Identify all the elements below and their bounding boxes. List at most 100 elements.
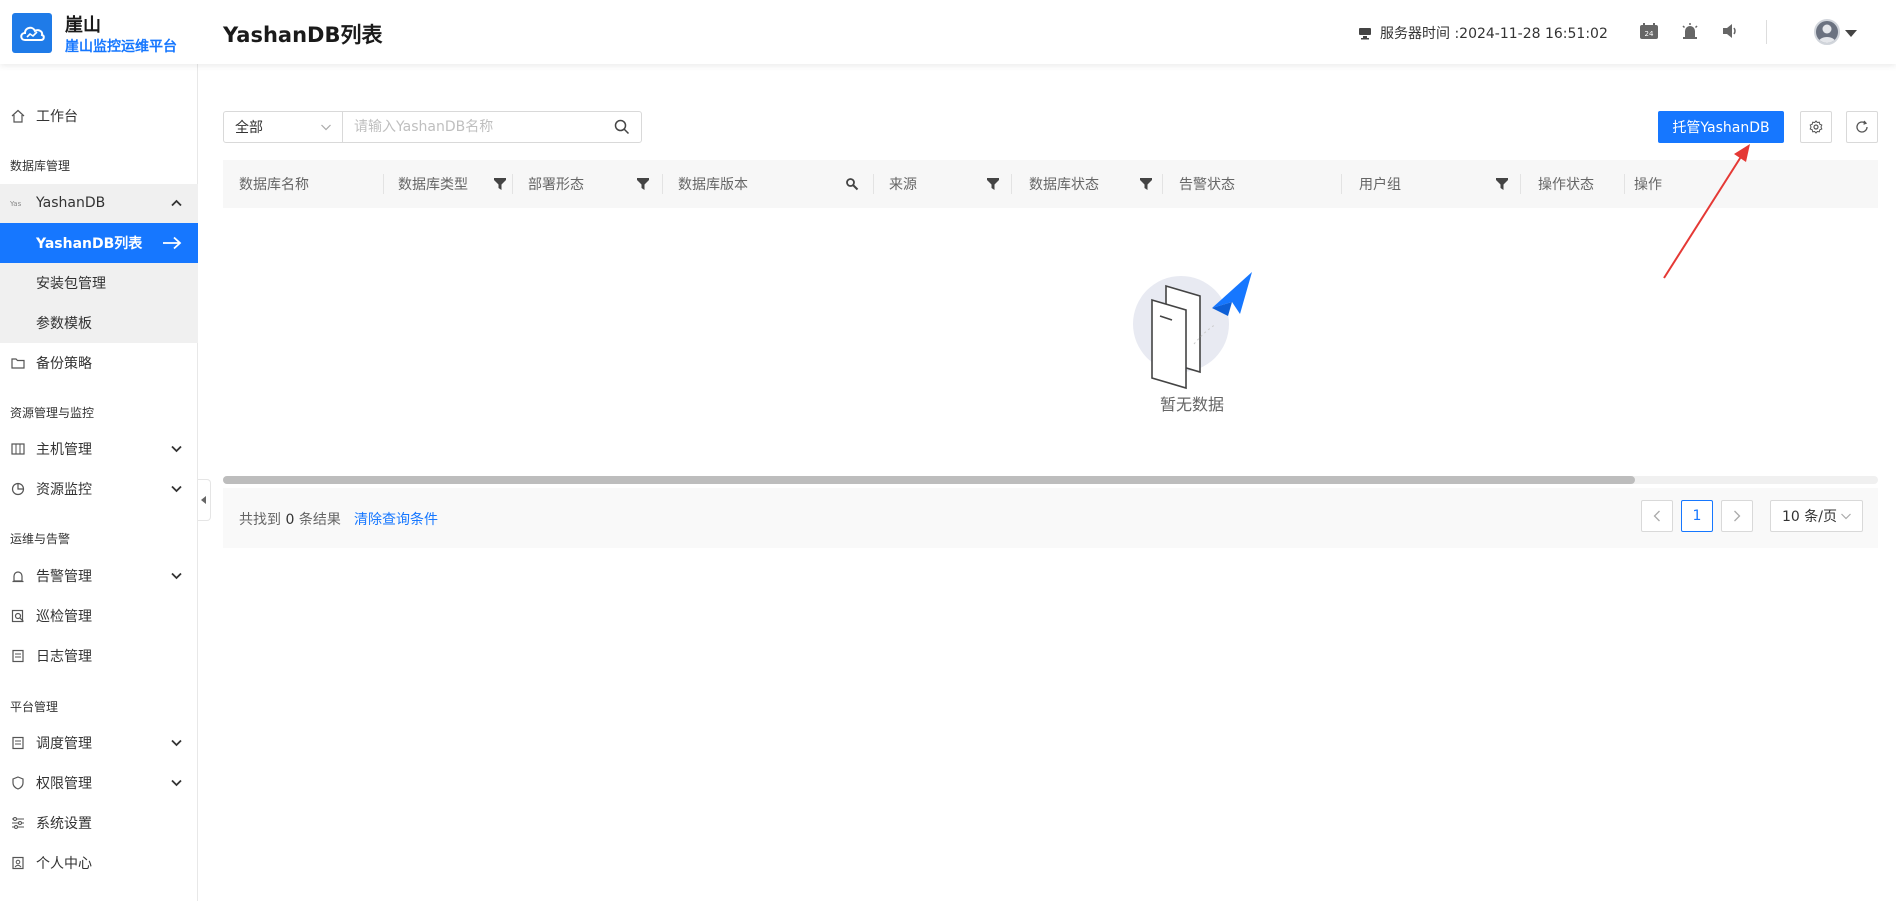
yashan-icon: Yas: [10, 195, 26, 211]
sidebar-item-backup[interactable]: 备份策略: [0, 343, 198, 383]
chevron-up-icon: [170, 197, 182, 209]
refresh-button[interactable]: [1846, 111, 1878, 143]
user-card-icon: [10, 855, 26, 871]
page-size-select[interactable]: 10 条/页: [1770, 500, 1863, 532]
sidebar-item-workbench[interactable]: 工作台: [0, 96, 198, 136]
alarm-icon: [10, 568, 26, 584]
filter-icon[interactable]: [637, 178, 649, 190]
sidebar-item-label: 系统设置: [36, 816, 92, 832]
sidebar-item-label: 告警管理: [36, 569, 92, 585]
sidebar-item-install-package[interactable]: 安装包管理: [0, 263, 198, 303]
result-count-text: 共找到 0 条结果: [239, 512, 341, 528]
page-number-button[interactable]: 1: [1681, 500, 1713, 532]
next-page-button[interactable]: [1721, 500, 1753, 532]
gear-icon: [1809, 120, 1823, 134]
page-title: YashanDB列表: [223, 23, 383, 47]
sidebar-item-label: 权限管理: [36, 776, 92, 792]
sidebar-item-label: YashanDB列表: [36, 236, 143, 252]
sliders-icon: [10, 815, 26, 831]
horizontal-scrollbar-thumb[interactable]: [223, 476, 1635, 484]
table-header: 数据库名称 数据库类型 部署形态 数据库版本 来源 数据库状态 告警状态 用户组…: [223, 160, 1878, 208]
refresh-icon: [1856, 120, 1868, 133]
chevron-right-icon: [1734, 510, 1741, 522]
sidebar-item-param-template[interactable]: 参数模板: [0, 303, 198, 343]
search-input[interactable]: [342, 111, 642, 143]
sidebar-item-schedule[interactable]: 调度管理: [0, 723, 198, 763]
column-header: 用户组: [1359, 160, 1509, 208]
sidebar-item-yashandb-list[interactable]: YashanDB列表: [0, 223, 198, 263]
table-footer: [223, 488, 1878, 548]
column-header: 数据库名称: [239, 177, 309, 193]
sidebar-collapse-button[interactable]: [198, 479, 211, 521]
page-size-value: 10 条/页: [1782, 509, 1837, 525]
clear-filters-link[interactable]: 清除查询条件: [354, 509, 438, 529]
chevron-down-icon: [170, 483, 182, 495]
sidebar-item-alarm[interactable]: 告警管理: [0, 556, 198, 596]
sidebar-item-log[interactable]: 日志管理: [0, 636, 198, 676]
category-select-value: 全部: [235, 120, 263, 136]
settings-button[interactable]: [1800, 111, 1832, 143]
chevron-down-icon: [170, 737, 182, 749]
annotation-arrow: [1663, 144, 1750, 279]
calendar-icon[interactable]: 24: [1638, 20, 1660, 42]
top-header: 崖山 崖山监控运维平台 YashanDB列表 服务器时间 :2024-11-28…: [0, 0, 1896, 64]
sidebar-item-yashandb[interactable]: Yas YashanDB: [0, 183, 198, 223]
svg-text:24: 24: [1645, 30, 1654, 38]
grid-icon: [10, 441, 26, 457]
column-header: 来源: [889, 160, 1009, 208]
user-avatar[interactable]: [1814, 19, 1840, 45]
chevron-down-icon: [170, 777, 182, 789]
category-select[interactable]: 全部: [223, 111, 343, 143]
filter-icon[interactable]: [987, 178, 999, 190]
sidebar-item-label: 主机管理: [36, 442, 92, 458]
chevron-left-icon: [1653, 510, 1660, 522]
speaker-icon[interactable]: [1719, 20, 1741, 42]
empty-state-text: 暂无数据: [1160, 395, 1225, 414]
brand-subtitle: 崖山监控运维平台: [65, 39, 177, 55]
filter-icon[interactable]: [494, 178, 506, 190]
sidebar-group-platform: 平台管理: [10, 700, 59, 714]
host-yashandb-button[interactable]: 托管YashanDB: [1658, 111, 1784, 143]
sidebar-item-label: YashanDB: [36, 195, 106, 211]
search-icon[interactable]: [614, 119, 630, 135]
document-icon: [10, 648, 26, 664]
result-count: 0: [285, 512, 295, 528]
sidebar-item-label: 调度管理: [36, 736, 92, 752]
sidebar-item-label: 资源监控: [36, 482, 92, 498]
sidebar-item-system[interactable]: 系统设置: [0, 803, 198, 843]
sidebar-group-db: 数据库管理: [10, 159, 71, 173]
sidebar-group-resource: 资源管理与监控: [10, 406, 95, 420]
caret-down-icon[interactable]: [1844, 24, 1858, 43]
sidebar-item-label: 个人中心: [36, 856, 92, 872]
chevron-down-icon: [321, 124, 331, 131]
pie-chart-icon: [10, 481, 26, 497]
sidebar-item-label: 工作台: [36, 109, 78, 125]
chevron-down-icon: [170, 443, 182, 455]
column-header: 部署形态: [528, 160, 678, 208]
inspect-icon: [10, 608, 26, 624]
sidebar-item-monitor[interactable]: 资源监控: [0, 469, 198, 509]
alarm-icon[interactable]: [1679, 20, 1701, 42]
server-time: 服务器时间 :2024-11-28 16:51:02: [1358, 23, 1608, 43]
filter-icon[interactable]: [1140, 178, 1152, 190]
sidebar-item-label: 巡检管理: [36, 609, 92, 625]
server-icon: [1359, 28, 1371, 40]
column-header: 数据库类型: [398, 160, 512, 208]
sidebar-item-permission[interactable]: 权限管理: [0, 763, 198, 803]
sidebar: 工作台 数据库管理 Yas YashanDB YashanDB列表 安装包管理 …: [0, 64, 198, 901]
filter-icon[interactable]: [1496, 178, 1508, 190]
folder-icon: [10, 355, 26, 371]
column-header: 告警状态: [1179, 177, 1235, 193]
arrow-right-icon: [162, 236, 182, 250]
list-icon: [10, 735, 26, 751]
sidebar-item-inspection[interactable]: 巡检管理: [0, 596, 198, 636]
sidebar-item-host[interactable]: 主机管理: [0, 429, 198, 469]
home-icon: [10, 108, 26, 124]
sidebar-item-personal[interactable]: 个人中心: [0, 843, 198, 883]
sidebar-group-ops: 运维与告警: [10, 532, 71, 546]
sidebar-item-label: 安装包管理: [36, 276, 106, 292]
server-time-text: 服务器时间 :2024-11-28 16:51:02: [1380, 26, 1608, 42]
prev-page-button[interactable]: [1641, 500, 1673, 532]
search-filter-icon[interactable]: [845, 177, 859, 191]
column-header: 操作状态: [1538, 177, 1594, 193]
